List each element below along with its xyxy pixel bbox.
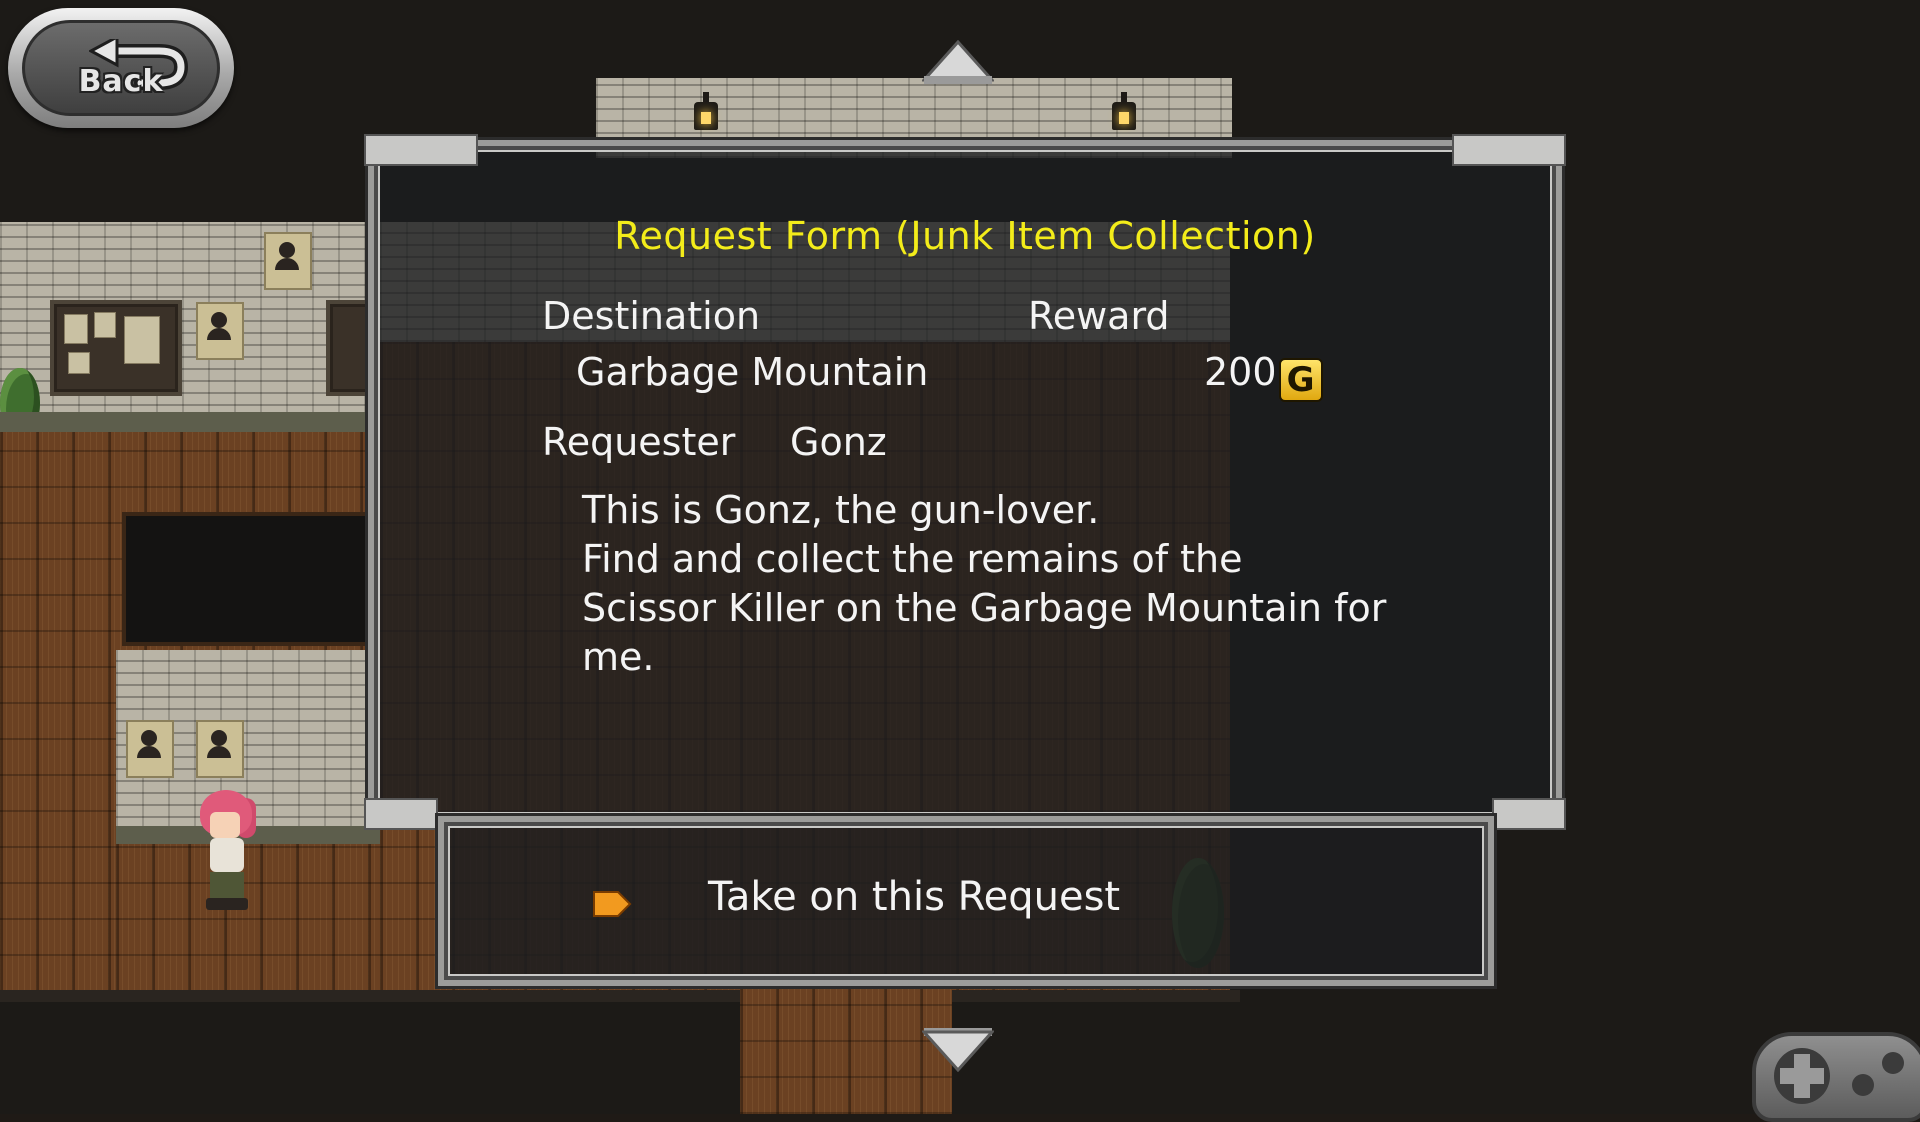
wall-lamp-icon <box>1112 92 1136 130</box>
destination-label: Destination <box>542 294 761 338</box>
dark-opening <box>122 512 388 646</box>
triangle-down-icon[interactable] <box>922 1026 994 1072</box>
request-description: This is Gonz, the gun-lover. Find and co… <box>582 486 1442 682</box>
wanted-poster <box>196 720 244 778</box>
game-scene: Back Request Form (Junk Item Collection)… <box>0 0 1920 1122</box>
request-panel: Request Form (Junk Item Collection) Dest… <box>364 134 1566 830</box>
wanted-poster <box>196 302 244 360</box>
wanted-poster <box>264 232 312 290</box>
requester-label: Requester <box>542 420 736 464</box>
requester-name: Gonz <box>790 420 887 464</box>
dpad-icon <box>1774 1048 1830 1104</box>
take-request-label: Take on this Request <box>708 874 1121 920</box>
wanted-poster <box>126 720 174 778</box>
request-title: Request Form (Junk Item Collection) <box>614 214 1316 258</box>
gamepad-button-icon <box>1882 1052 1904 1074</box>
wall-ledge <box>0 412 380 432</box>
back-label: Back <box>78 64 164 99</box>
reward-value: 200 G <box>1204 350 1323 402</box>
reward-label: Reward <box>1028 294 1170 338</box>
floor-edge <box>0 990 1240 1002</box>
panel-corner <box>1452 134 1566 166</box>
gamepad-icon[interactable] <box>1752 1032 1920 1122</box>
notice-board <box>50 300 182 396</box>
orange-arrow-cursor-icon <box>593 891 632 917</box>
destination-value: Garbage Mountain <box>576 350 929 394</box>
player-character <box>196 790 260 920</box>
description-line: This is Gonz, the gun-lover. <box>582 488 1100 532</box>
panel-corner <box>1492 798 1566 830</box>
reward-amount: 200 <box>1204 350 1277 394</box>
description-line: me. <box>582 635 655 679</box>
panel-corner <box>364 134 478 166</box>
description-line: Scissor Killer on the Garbage Mountain f… <box>582 586 1387 630</box>
description-line: Find and collect the remains of the <box>582 537 1243 581</box>
take-request-button[interactable]: Take on this Request <box>438 816 1494 986</box>
corridor-floor <box>740 990 952 1114</box>
triangle-up-icon[interactable] <box>922 40 994 86</box>
wall-lamp-icon <box>694 92 718 130</box>
gold-coin-icon: G <box>1278 358 1323 402</box>
back-button[interactable]: Back <box>8 8 234 128</box>
panel-corner <box>364 798 438 830</box>
gamepad-button-icon <box>1852 1074 1874 1096</box>
